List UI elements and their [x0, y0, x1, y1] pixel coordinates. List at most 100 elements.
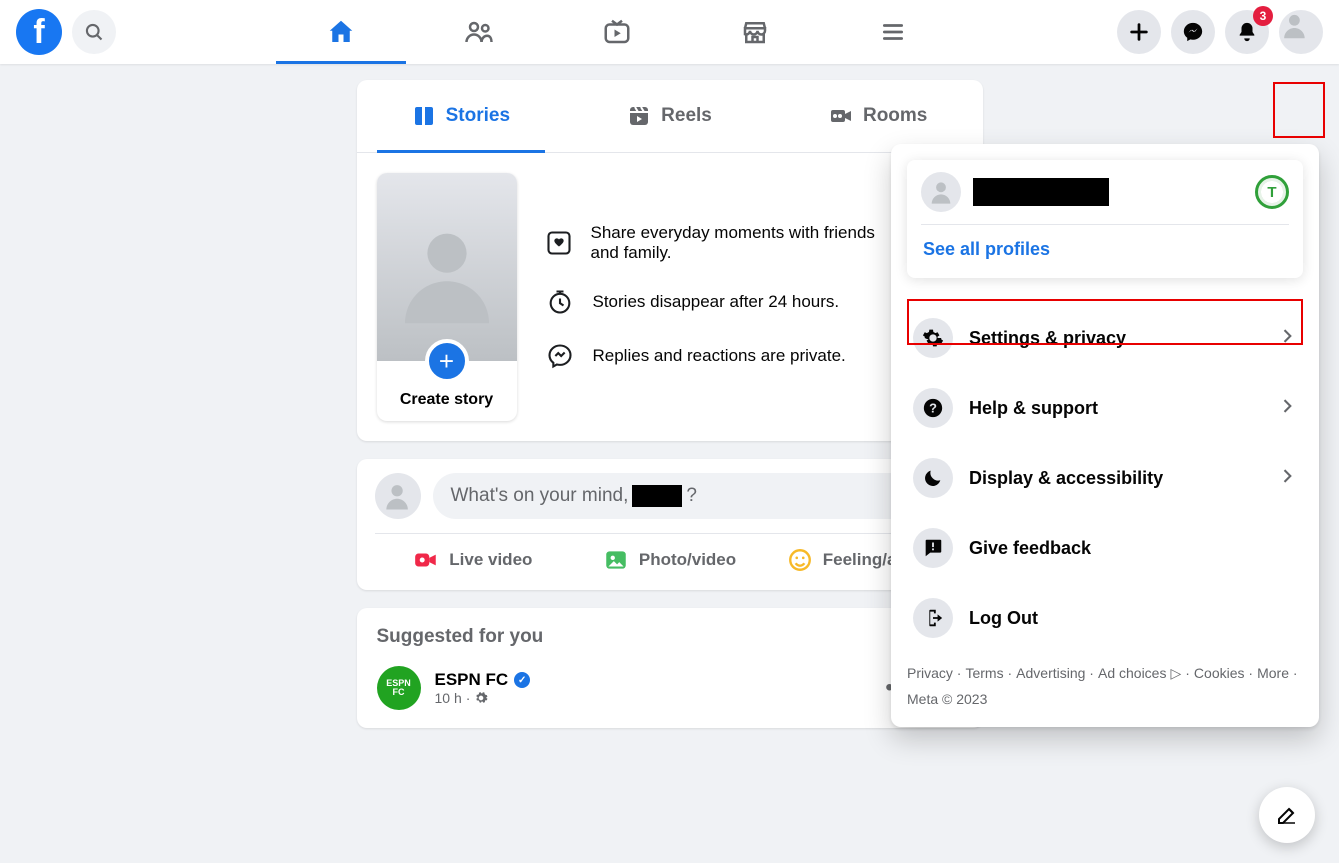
- photo-heart-icon: [545, 228, 573, 258]
- chevron-right-icon: [1277, 466, 1297, 491]
- nav-home[interactable]: [276, 1, 406, 63]
- svg-text:?: ?: [929, 401, 937, 416]
- switch-profile-letter: T: [1267, 184, 1276, 201]
- account-avatar: [921, 172, 961, 212]
- account-current-profile[interactable]: T: [921, 172, 1289, 212]
- account-name-redacted: [973, 178, 1109, 206]
- composer-live-label: Live video: [449, 550, 532, 570]
- search-button[interactable]: [72, 10, 116, 54]
- top-nav: [116, 1, 1117, 63]
- suggested-heading: Suggested for you: [377, 626, 963, 648]
- menu-icon: [880, 19, 906, 45]
- footer-adchoices-link[interactable]: Ad choices: [1098, 662, 1166, 684]
- footer-cookies-link[interactable]: Cookies: [1194, 662, 1253, 684]
- tab-rooms[interactable]: Rooms: [774, 80, 983, 152]
- verified-badge-icon: ✓: [514, 672, 530, 688]
- menu-help-support[interactable]: ? Help & support: [907, 378, 1303, 438]
- stories-icon: [412, 104, 436, 128]
- tab-reels-label: Reels: [661, 105, 712, 127]
- watch-icon: [602, 17, 632, 47]
- nav-more[interactable]: [828, 1, 958, 63]
- tab-reels[interactable]: Reels: [565, 80, 774, 152]
- feedback-icon: [913, 528, 953, 568]
- rooms-icon: [829, 104, 853, 128]
- avatar-icon: [1279, 10, 1310, 41]
- messenger-button[interactable]: [1171, 10, 1215, 54]
- composer-photo-button[interactable]: Photo/video: [571, 534, 768, 586]
- home-icon: [326, 17, 356, 47]
- reels-icon: [627, 104, 651, 128]
- feed-column: Stories Reels Rooms + Create story: [357, 80, 983, 728]
- avatar-icon: [391, 192, 503, 342]
- composer-prompt-prefix: What's on your mind,: [451, 485, 629, 507]
- suggested-item-time: 10 h: [435, 690, 462, 706]
- chevron-right-icon: [1277, 326, 1297, 351]
- highlight-account-button: [1273, 82, 1325, 138]
- composer-live-button[interactable]: Live video: [375, 534, 572, 586]
- stories-info: Share everyday moments with friends and …: [545, 223, 879, 371]
- avatar-icon: [381, 480, 413, 512]
- stories-info-text: Replies and reactions are private.: [593, 346, 846, 366]
- nav-marketplace[interactable]: [690, 1, 820, 63]
- new-message-fab[interactable]: [1259, 787, 1315, 843]
- composer-row: What's on your mind, ?: [375, 473, 965, 519]
- account-menu: T See all profiles Settings & privacy ? …: [891, 144, 1319, 727]
- marketplace-icon: [740, 17, 770, 47]
- compose-icon: [1275, 803, 1299, 827]
- adchoices-icon: ▷: [1170, 662, 1181, 684]
- composer-photo-label: Photo/video: [639, 550, 736, 570]
- composer-avatar[interactable]: [375, 473, 421, 519]
- stories-info-line: Stories disappear after 24 hours.: [545, 287, 879, 317]
- suggested-item-meta: 10 h ·: [435, 690, 531, 706]
- gear-icon: [913, 318, 953, 358]
- footer-advertising-link[interactable]: Advertising: [1016, 662, 1094, 684]
- stories-body: + Create story Share everyday moments wi…: [357, 153, 983, 441]
- friends-icon: [464, 17, 494, 47]
- suggested-item[interactable]: ESPN FC ESPN FC ✓ 10 h · •••: [377, 666, 963, 710]
- suggested-item-name: ESPN FC: [435, 670, 509, 690]
- nav-watch[interactable]: [552, 1, 682, 63]
- menu-label: Help & support: [969, 398, 1098, 419]
- menu-display-accessibility[interactable]: Display & accessibility: [907, 448, 1303, 508]
- suggested-item-title: ESPN FC ✓: [435, 670, 531, 690]
- switch-profile-badge[interactable]: T: [1255, 175, 1289, 209]
- footer-privacy-link[interactable]: Privacy: [907, 662, 961, 684]
- bell-icon: [1236, 21, 1258, 43]
- menu-give-feedback[interactable]: Give feedback: [907, 518, 1303, 578]
- tab-rooms-label: Rooms: [863, 105, 927, 127]
- menu-label: Settings & privacy: [969, 328, 1126, 349]
- live-video-icon: [413, 547, 439, 573]
- help-icon: ?: [913, 388, 953, 428]
- nav-friends[interactable]: [414, 1, 544, 63]
- avatar-icon: [927, 178, 955, 206]
- footer-copyright: Meta © 2023: [907, 688, 987, 710]
- stories-info-text: Stories disappear after 24 hours.: [593, 292, 840, 312]
- menu-log-out[interactable]: Log Out: [907, 588, 1303, 648]
- create-story-tile[interactable]: + Create story: [377, 173, 517, 421]
- divider: [921, 224, 1289, 225]
- account-menu-footer: Privacy Terms Advertising Ad choices ▷ ·…: [907, 662, 1303, 711]
- suggested-page-logo: ESPN FC: [377, 666, 421, 710]
- composer-input[interactable]: What's on your mind, ?: [433, 473, 965, 519]
- see-all-profiles-link[interactable]: See all profiles: [921, 235, 1289, 264]
- account-menu-list: Settings & privacy ? Help & support Disp…: [907, 308, 1303, 648]
- create-button[interactable]: [1117, 10, 1161, 54]
- menu-settings-privacy[interactable]: Settings & privacy: [907, 308, 1303, 368]
- menu-label: Give feedback: [969, 538, 1091, 559]
- messenger-icon: [1182, 21, 1204, 43]
- facebook-logo[interactable]: f: [16, 9, 62, 55]
- gear-icon: [474, 691, 488, 705]
- footer-terms-link[interactable]: Terms: [965, 662, 1012, 684]
- search-icon: [84, 22, 104, 42]
- plus-icon: +: [425, 339, 469, 383]
- composer-card: What's on your mind, ? Live video Photo/…: [357, 459, 983, 590]
- composer-username-redacted: [632, 485, 682, 507]
- tab-stories[interactable]: Stories: [357, 80, 566, 152]
- suggested-card: Suggested for you ESPN FC ESPN FC ✓ 10 h…: [357, 608, 983, 728]
- notifications-button[interactable]: 3: [1225, 10, 1269, 54]
- composer-actions: Live video Photo/video Feeling/activity: [375, 533, 965, 586]
- footer-more-link[interactable]: More: [1257, 662, 1297, 684]
- account-button[interactable]: [1279, 10, 1323, 54]
- clock-icon: [545, 287, 575, 317]
- top-right-controls: 3: [1117, 10, 1323, 54]
